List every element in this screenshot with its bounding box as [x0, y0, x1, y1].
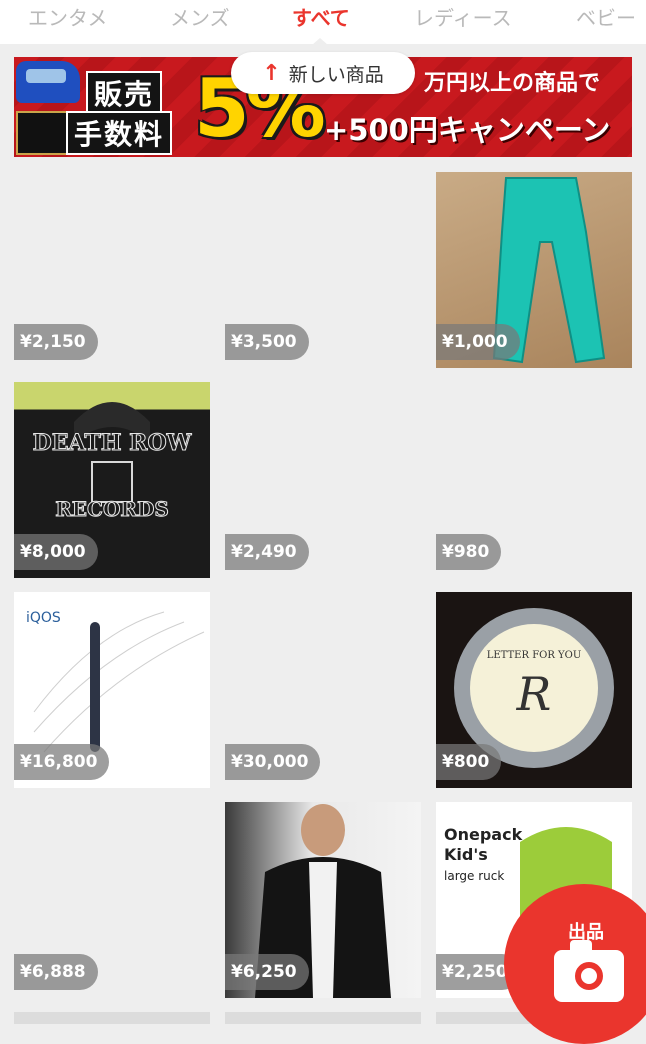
backpack-title-1: Onepack	[444, 825, 523, 844]
new-items-button[interactable]: ↑ 新しい商品	[231, 52, 415, 94]
price-tag: ¥980	[436, 534, 502, 570]
car-image	[16, 61, 80, 103]
tab-ladies[interactable]: レディース	[414, 2, 512, 31]
arrow-up-icon: ↑	[262, 60, 281, 86]
product-card[interactable]: ¥2,490	[225, 382, 421, 578]
product-card[interactable]: LETTER FOR YOU R ¥800	[436, 592, 632, 788]
product-card[interactable]: iQOS ¥16,800	[14, 592, 210, 788]
banner-bottom-text: +500円キャンペーン	[324, 113, 611, 147]
banner-fee-label: 手数料	[66, 111, 173, 155]
product-card[interactable]: ¥980	[436, 382, 632, 578]
product-card[interactable]: DEATH ROW RECORDS ¥8,000	[14, 382, 210, 578]
tin-letter: R	[516, 667, 552, 721]
active-tab-indicator	[312, 38, 328, 45]
product-card[interactable]: ¥30,000	[225, 592, 421, 788]
price-tag: ¥30,000	[225, 744, 321, 780]
tin-top-text: LETTER FOR YOU	[487, 650, 582, 661]
price-tag: ¥6,888	[14, 954, 98, 990]
tab-baby[interactable]: ベビー	[576, 2, 636, 31]
price-tag: ¥1,000	[436, 324, 520, 360]
product-card-partial[interactable]	[14, 1012, 210, 1024]
price-tag: ¥6,250	[225, 954, 309, 990]
banner-sale-label: 販売	[86, 71, 163, 115]
product-card[interactable]: ¥1,000	[436, 172, 632, 368]
banner-top-text: 万円以上の商品で	[424, 71, 601, 96]
tab-mens[interactable]: メンズ	[170, 2, 230, 31]
iqos-logo: iQOS	[26, 610, 61, 626]
camera-icon	[554, 940, 624, 1002]
hoodie-print-top: DEATH ROW	[33, 430, 192, 456]
price-tag: ¥800	[436, 744, 502, 780]
hoodie-print-bottom: RECORDS	[55, 497, 169, 521]
price-tag: ¥2,490	[225, 534, 309, 570]
product-card[interactable]: ¥6,888	[14, 802, 210, 998]
price-tag: ¥3,500	[225, 324, 309, 360]
tab-all[interactable]: すべて	[292, 2, 350, 31]
category-tab-bar: エンタメ メンズ すべて レディース ベビー	[0, 0, 646, 45]
tab-entame[interactable]: エンタメ	[28, 2, 107, 31]
product-card[interactable]: ¥3,500	[225, 172, 421, 368]
product-card[interactable]: ¥6,250	[225, 802, 421, 998]
price-tag: ¥8,000	[14, 534, 98, 570]
product-card[interactable]: ¥2,150	[14, 172, 210, 368]
new-items-label: 新しい商品	[288, 63, 384, 86]
product-card-partial[interactable]	[225, 1012, 421, 1024]
backpack-title-2: Kid's	[444, 845, 488, 864]
price-tag: ¥2,150	[14, 324, 98, 360]
backpack-subtitle: large ruck	[444, 869, 504, 883]
price-tag: ¥16,800	[14, 744, 110, 780]
